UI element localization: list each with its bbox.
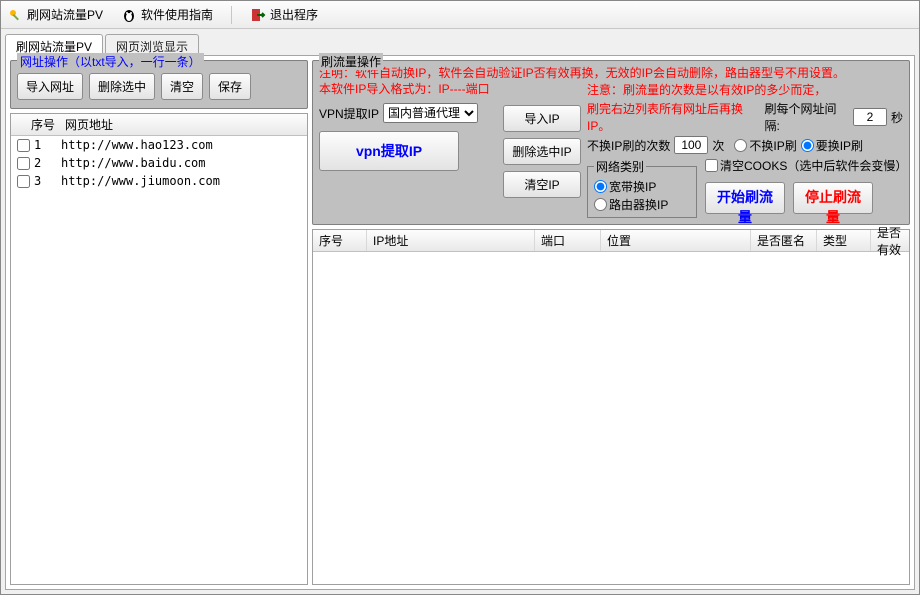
save-url-button[interactable]: 保存 <box>209 73 251 100</box>
penguin-icon <box>121 7 137 23</box>
times-input[interactable] <box>674 136 708 154</box>
row-url: http://www.jiumoon.com <box>57 174 307 188</box>
table-row[interactable]: 1 http://www.hao123.com <box>11 136 307 154</box>
clear-ip-button[interactable]: 清空IP <box>503 171 581 198</box>
vpn-label: VPN提取IP <box>319 105 379 122</box>
clear-cookies-label: 清空COOKS（选中后软件会变慢） <box>720 157 903 174</box>
import-ip-button[interactable]: 导入IP <box>503 105 581 132</box>
ops-note1: 注明：软件自动换IP，软件会自动验证IP否有效再换，无效的IP会自动删除，路由器… <box>319 65 903 81</box>
menu-traffic-label: 刷网站流量PV <box>27 6 103 23</box>
ip-col-valid: 是否有效 <box>871 230 909 251</box>
ip-table: 序号 IP地址 端口 位置 是否匿名 类型 是否有效 <box>312 229 910 585</box>
menu-guide[interactable]: 软件使用指南 <box>121 6 213 23</box>
url-col-url: 网页地址 <box>61 116 307 133</box>
row-checkbox[interactable] <box>17 175 30 188</box>
network-type-group: 网络类别 宽带换IP 路由器换IP <box>587 158 697 218</box>
ip-col-port: 端口 <box>535 230 601 251</box>
row-no: 2 <box>34 156 41 170</box>
delete-selected-url-button[interactable]: 删除选中 <box>89 73 155 100</box>
menu-separator <box>231 6 232 24</box>
menu-traffic[interactable]: 刷网站流量PV <box>7 6 103 23</box>
radio-change-label: 要换IP刷 <box>816 137 863 154</box>
table-row[interactable]: 2 http://www.baidu.com <box>11 154 307 172</box>
menu-exit[interactable]: 退出程序 <box>250 6 318 23</box>
row-url: http://www.baidu.com <box>57 156 307 170</box>
radio-router-label: 路由器换IP <box>609 196 668 213</box>
row-checkbox[interactable] <box>17 157 30 170</box>
traffic-ops-legend: 刷流量操作 <box>319 53 383 70</box>
ip-col-anon: 是否匿名 <box>751 230 817 251</box>
tab-bar: 刷网站流量PV 网页浏览显示 <box>5 33 915 55</box>
interval-input[interactable] <box>853 108 887 126</box>
vpn-fetch-button[interactable]: vpn提取IP <box>319 131 459 171</box>
exit-icon <box>250 7 266 23</box>
menubar: 刷网站流量PV 软件使用指南 退出程序 <box>1 1 919 29</box>
row-checkbox[interactable] <box>17 139 30 152</box>
import-url-button[interactable]: 导入网址 <box>17 73 83 100</box>
times-unit: 次 <box>712 137 724 154</box>
radio-change-ip[interactable] <box>801 139 814 152</box>
interval-label: 刷每个网址间隔: <box>764 100 849 134</box>
ops-note2: 本软件IP导入格式为：IP----端口 <box>319 81 497 97</box>
ops-rnote2: 刷完右边列表所有网址后再换IP。 <box>587 100 760 134</box>
ip-col-ip: IP地址 <box>367 230 535 251</box>
radio-no-change-label: 不换IP刷 <box>749 137 796 154</box>
table-row[interactable]: 3 http://www.jiumoon.com <box>11 172 307 190</box>
vpn-select[interactable]: 国内普通代理 <box>383 103 478 123</box>
radio-no-change-ip[interactable] <box>734 139 747 152</box>
radio-broadband[interactable] <box>594 180 607 193</box>
ip-col-type: 类型 <box>817 230 871 251</box>
radio-router[interactable] <box>594 198 607 211</box>
traffic-ops-group: 刷流量操作 注明：软件自动换IP，软件会自动验证IP否有效再换，无效的IP会自动… <box>312 60 910 225</box>
ops-rnote1: 注意：刷流量的次数是以有效IP的多少而定， <box>587 81 826 98</box>
url-ops-group: 网址操作（以txt导入，一行一条） 导入网址 删除选中 清空 保存 <box>10 60 308 109</box>
row-no: 1 <box>34 138 41 152</box>
row-no: 3 <box>34 174 41 188</box>
row-url: http://www.hao123.com <box>57 138 307 152</box>
network-type-legend: 网络类别 <box>594 158 646 175</box>
ip-col-loc: 位置 <box>601 230 751 251</box>
wand-icon <box>7 7 23 23</box>
url-col-no: 序号 <box>11 116 61 133</box>
menu-exit-label: 退出程序 <box>270 6 318 23</box>
stop-button[interactable]: 停止刷流量 <box>793 182 873 214</box>
delete-selected-ip-button[interactable]: 删除选中IP <box>503 138 581 165</box>
start-button[interactable]: 开始刷流量 <box>705 182 785 214</box>
ip-col-no: 序号 <box>313 230 367 251</box>
interval-unit: 秒 <box>891 109 903 126</box>
clear-url-button[interactable]: 清空 <box>161 73 203 100</box>
clear-cookies-checkbox[interactable] <box>705 159 718 172</box>
url-table: 序号 网页地址 1 http://www.hao123.com 2 http://ww… <box>10 113 308 585</box>
url-ops-legend: 网址操作（以txt导入，一行一条） <box>17 53 204 70</box>
times-label: 不换IP刷的次数 <box>587 137 670 154</box>
menu-guide-label: 软件使用指南 <box>141 6 213 23</box>
radio-broadband-label: 宽带换IP <box>609 178 656 195</box>
